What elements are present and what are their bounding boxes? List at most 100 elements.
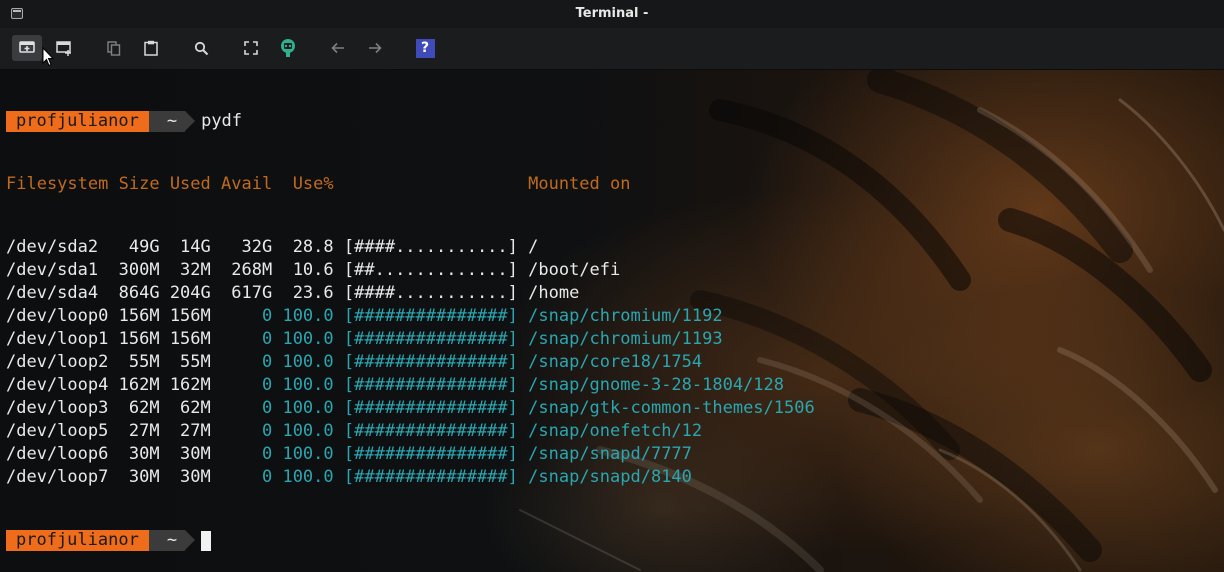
row-use-percent: 100.0 bbox=[282, 352, 334, 372]
row-use-percent: 100.0 bbox=[282, 398, 334, 418]
row-used: 204G bbox=[169, 283, 211, 303]
row-filesystem: /dev/loop5 bbox=[6, 421, 109, 441]
row-use-percent: 100.0 bbox=[282, 444, 334, 464]
header-size: Size bbox=[118, 174, 160, 194]
row-size: 162M bbox=[118, 375, 160, 395]
prompt-user: profjulianor bbox=[6, 530, 159, 551]
row-filesystem: /dev/loop1 bbox=[6, 329, 109, 349]
row-usage-bar: [####...........] bbox=[343, 283, 518, 303]
row-size: 30M bbox=[118, 444, 160, 464]
row-used: 156M bbox=[169, 306, 211, 326]
row-usage-bar: [##.............] bbox=[343, 260, 518, 280]
row-size: 62M bbox=[118, 398, 160, 418]
row-mount-point: /boot/efi bbox=[528, 260, 621, 280]
new-window-icon bbox=[56, 40, 71, 56]
table-row: /dev/loop5 27M 27M 0 100.0 [############… bbox=[6, 420, 1224, 443]
row-avail: 617G bbox=[221, 283, 273, 303]
row-size: 30M bbox=[118, 467, 160, 487]
table-header: Filesystem Size Used Avail Use% Mounted … bbox=[6, 173, 1224, 196]
table-rows: /dev/sda2 49G 14G 32G 28.8 [####........… bbox=[6, 236, 1224, 489]
row-usage-bar: [####...........] bbox=[343, 237, 518, 257]
new-tab-icon bbox=[19, 41, 35, 53]
paste-button[interactable] bbox=[136, 35, 166, 61]
table-row: /dev/loop3 62M 62M 0 100.0 [############… bbox=[6, 397, 1224, 420]
back-button[interactable] bbox=[323, 35, 353, 61]
row-avail: 0 bbox=[221, 352, 273, 372]
row-mount-point: /home bbox=[528, 283, 580, 303]
row-usage-bar: [###############] bbox=[343, 306, 518, 326]
table-row: /dev/sda1 300M 32M 268M 10.6 [##........… bbox=[6, 259, 1224, 282]
title-bar: Terminal - bbox=[0, 0, 1224, 28]
row-size: 55M bbox=[118, 352, 160, 372]
row-use-percent: 100.0 bbox=[282, 421, 334, 441]
terminal-output: profjulianor ~ pydf Filesystem Size Used… bbox=[6, 70, 1224, 572]
row-filesystem: /dev/sda1 bbox=[6, 260, 109, 280]
toolbar: ? bbox=[0, 28, 1224, 70]
row-size: 156M bbox=[118, 329, 160, 349]
row-usage-bar: [###############] bbox=[343, 467, 518, 487]
fullscreen-icon bbox=[244, 41, 258, 55]
row-avail: 0 bbox=[221, 421, 273, 441]
search-button[interactable] bbox=[186, 35, 216, 61]
row-used: 30M bbox=[169, 444, 211, 464]
row-size: 864G bbox=[118, 283, 160, 303]
row-used: 62M bbox=[169, 398, 211, 418]
row-usage-bar: [###############] bbox=[343, 398, 518, 418]
row-size: 300M bbox=[118, 260, 160, 280]
row-mount-point: /snap/snapd/7777 bbox=[528, 444, 692, 464]
arrow-right-icon bbox=[369, 42, 382, 54]
header-use: Use% bbox=[292, 174, 334, 194]
table-row: /dev/loop6 30M 30M 0 100.0 [############… bbox=[6, 443, 1224, 466]
row-size: 49G bbox=[118, 237, 160, 257]
row-mount-point: /snap/gtk-common-themes/1506 bbox=[528, 398, 815, 418]
help-button[interactable]: ? bbox=[410, 35, 440, 61]
row-filesystem: /dev/loop0 bbox=[6, 306, 109, 326]
header-mounted: Mounted on bbox=[528, 174, 631, 194]
prompt-dir: ~ bbox=[148, 530, 196, 551]
row-filesystem: /dev/loop4 bbox=[6, 375, 109, 395]
row-filesystem: /dev/sda2 bbox=[6, 237, 109, 257]
mouse-pointer-icon bbox=[42, 47, 54, 67]
row-mount-point: /snap/onefetch/12 bbox=[528, 421, 703, 441]
unsafe-paste-button[interactable] bbox=[273, 35, 303, 61]
row-avail: 0 bbox=[221, 467, 273, 487]
row-used: 14G bbox=[169, 237, 211, 257]
row-used: 162M bbox=[169, 375, 211, 395]
table-row: /dev/sda2 49G 14G 32G 28.8 [####........… bbox=[6, 236, 1224, 259]
row-size: 27M bbox=[118, 421, 160, 441]
table-row: /dev/loop0 156M 156M 0 100.0 [##########… bbox=[6, 305, 1224, 328]
row-use-percent: 23.6 bbox=[282, 283, 334, 303]
header-avail: Avail bbox=[221, 174, 273, 194]
table-row: /dev/loop1 156M 156M 0 100.0 [##########… bbox=[6, 328, 1224, 351]
header-filesystem: Filesystem bbox=[6, 174, 109, 194]
row-avail: 0 bbox=[221, 375, 273, 395]
row-use-percent: 28.8 bbox=[282, 237, 334, 257]
text-cursor bbox=[201, 530, 212, 551]
row-mount-point: /snap/gnome-3-28-1804/128 bbox=[528, 375, 785, 395]
row-filesystem: /dev/loop3 bbox=[6, 398, 109, 418]
row-mount-point: / bbox=[528, 237, 539, 257]
command-text: pydf bbox=[201, 111, 243, 131]
copy-button[interactable] bbox=[99, 35, 129, 61]
row-avail: 0 bbox=[221, 306, 273, 326]
search-icon bbox=[194, 41, 208, 55]
row-used: 27M bbox=[169, 421, 211, 441]
terminal-view[interactable]: profjulianor ~ pydf Filesystem Size Used… bbox=[0, 70, 1224, 572]
row-filesystem: /dev/loop6 bbox=[6, 444, 109, 464]
row-use-percent: 10.6 bbox=[282, 260, 334, 280]
header-used: Used bbox=[169, 174, 211, 194]
forward-button[interactable] bbox=[360, 35, 390, 61]
row-usage-bar: [###############] bbox=[343, 329, 518, 349]
row-filesystem: /dev/sda4 bbox=[6, 283, 109, 303]
row-avail: 0 bbox=[221, 444, 273, 464]
row-used: 156M bbox=[169, 329, 211, 349]
fullscreen-button[interactable] bbox=[236, 35, 266, 61]
paste-icon bbox=[144, 40, 158, 56]
row-avail: 0 bbox=[221, 329, 273, 349]
table-row: /dev/loop2 55M 55M 0 100.0 [############… bbox=[6, 351, 1224, 374]
robot-icon bbox=[281, 39, 295, 57]
prompt-line-current: profjulianor ~ bbox=[6, 529, 1224, 552]
new-tab-button[interactable] bbox=[12, 35, 42, 61]
row-used: 32M bbox=[169, 260, 211, 280]
row-use-percent: 100.0 bbox=[282, 306, 334, 326]
